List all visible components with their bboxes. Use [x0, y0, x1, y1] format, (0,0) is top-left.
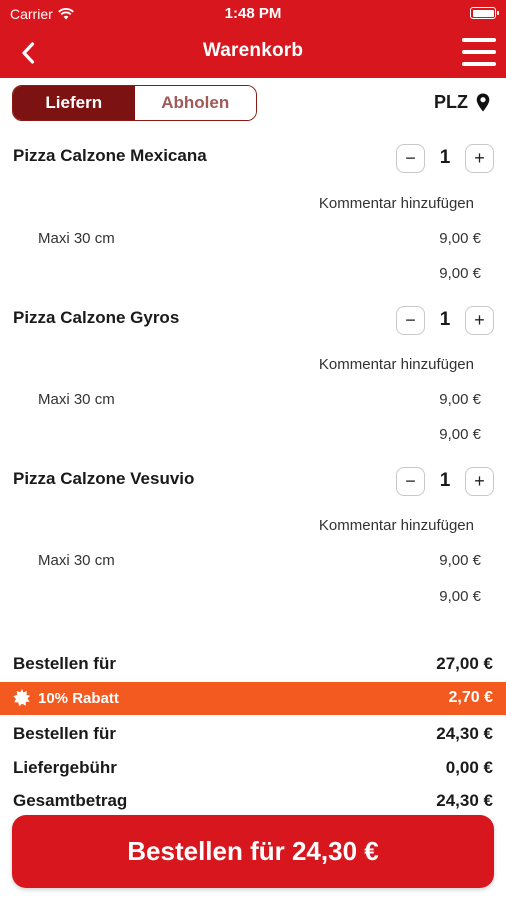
delivery-fee-label: Liefergebühr: [13, 758, 117, 777]
decrease-quantity-button[interactable]: −: [396, 466, 425, 496]
item-total-price: 9,00 €: [439, 588, 481, 605]
quantity-value: 1: [439, 309, 451, 330]
discount-label: 10% Rabatt: [38, 689, 119, 707]
item-total-price: 9,00 €: [439, 426, 481, 443]
add-comment-link[interactable]: Kommentar hinzufügen: [319, 517, 474, 534]
grand-total-label: Gesamtbetrag: [13, 791, 128, 810]
badge-burst-icon: [13, 689, 31, 707]
delivery-mode-toggle: Liefern Abholen: [12, 85, 257, 121]
item-size: Maxi 30 cm: [38, 230, 115, 247]
delivery-fee-value: 0,00 €: [445, 758, 493, 777]
subtotal-value: 27,00 €: [436, 654, 493, 673]
discount-value: 2,70 €: [448, 689, 493, 706]
item-total-price: 9,00 €: [439, 265, 481, 282]
increase-quantity-button[interactable]: +: [465, 466, 494, 496]
location-pin-icon: [476, 93, 490, 112]
quantity-stepper: − 1 +: [396, 143, 494, 173]
decrease-quantity-button[interactable]: −: [396, 305, 425, 335]
discount-label-group: 10% Rabatt: [13, 689, 119, 707]
increase-quantity-button[interactable]: +: [465, 305, 494, 335]
quantity-stepper: − 1 +: [396, 305, 494, 335]
increase-quantity-button[interactable]: +: [465, 143, 494, 173]
status-bar: Carrier 1:48 PM: [0, 0, 506, 28]
page-title: Warenkorb: [202, 40, 304, 61]
item-unit-price: 9,00 €: [439, 230, 481, 247]
quantity-stepper: − 1 +: [396, 466, 494, 496]
subtotal-label: Bestellen für: [13, 654, 116, 673]
discounted-subtotal-value: 24,30 €: [436, 724, 493, 743]
add-comment-link[interactable]: Kommentar hinzufügen: [319, 356, 474, 373]
item-name: Pizza Calzone Vesuvio: [13, 469, 195, 488]
deliver-tab[interactable]: Liefern: [13, 86, 135, 120]
item-size: Maxi 30 cm: [38, 391, 115, 408]
item-name: Pizza Calzone Mexicana: [13, 146, 207, 165]
item-unit-price: 9,00 €: [439, 552, 481, 569]
discounted-subtotal-label: Bestellen für: [13, 724, 116, 743]
item-name: Pizza Calzone Gyros: [13, 308, 180, 327]
status-time: 1:48 PM: [224, 5, 282, 22]
decrease-quantity-button[interactable]: −: [396, 143, 425, 173]
pickup-tab[interactable]: Abholen: [134, 86, 256, 120]
battery-icon: [470, 7, 499, 19]
item-unit-price: 9,00 €: [439, 391, 481, 408]
grand-total-value: 24,30 €: [436, 791, 493, 810]
quantity-value: 1: [439, 147, 451, 168]
discount-row: 10% Rabatt 2,70 €: [0, 682, 506, 715]
hamburger-menu-icon[interactable]: [462, 38, 496, 66]
postcode-label: PLZ: [434, 92, 468, 112]
place-order-button[interactable]: Bestellen für 24,30 €: [12, 815, 494, 888]
navigation-bar: Warenkorb: [0, 28, 506, 78]
add-comment-link[interactable]: Kommentar hinzufügen: [319, 195, 474, 212]
item-size: Maxi 30 cm: [38, 552, 115, 569]
app-header: Carrier 1:48 PM Warenkorb: [0, 0, 506, 78]
postcode-selector[interactable]: PLZ: [434, 92, 490, 113]
quantity-value: 1: [439, 470, 451, 491]
